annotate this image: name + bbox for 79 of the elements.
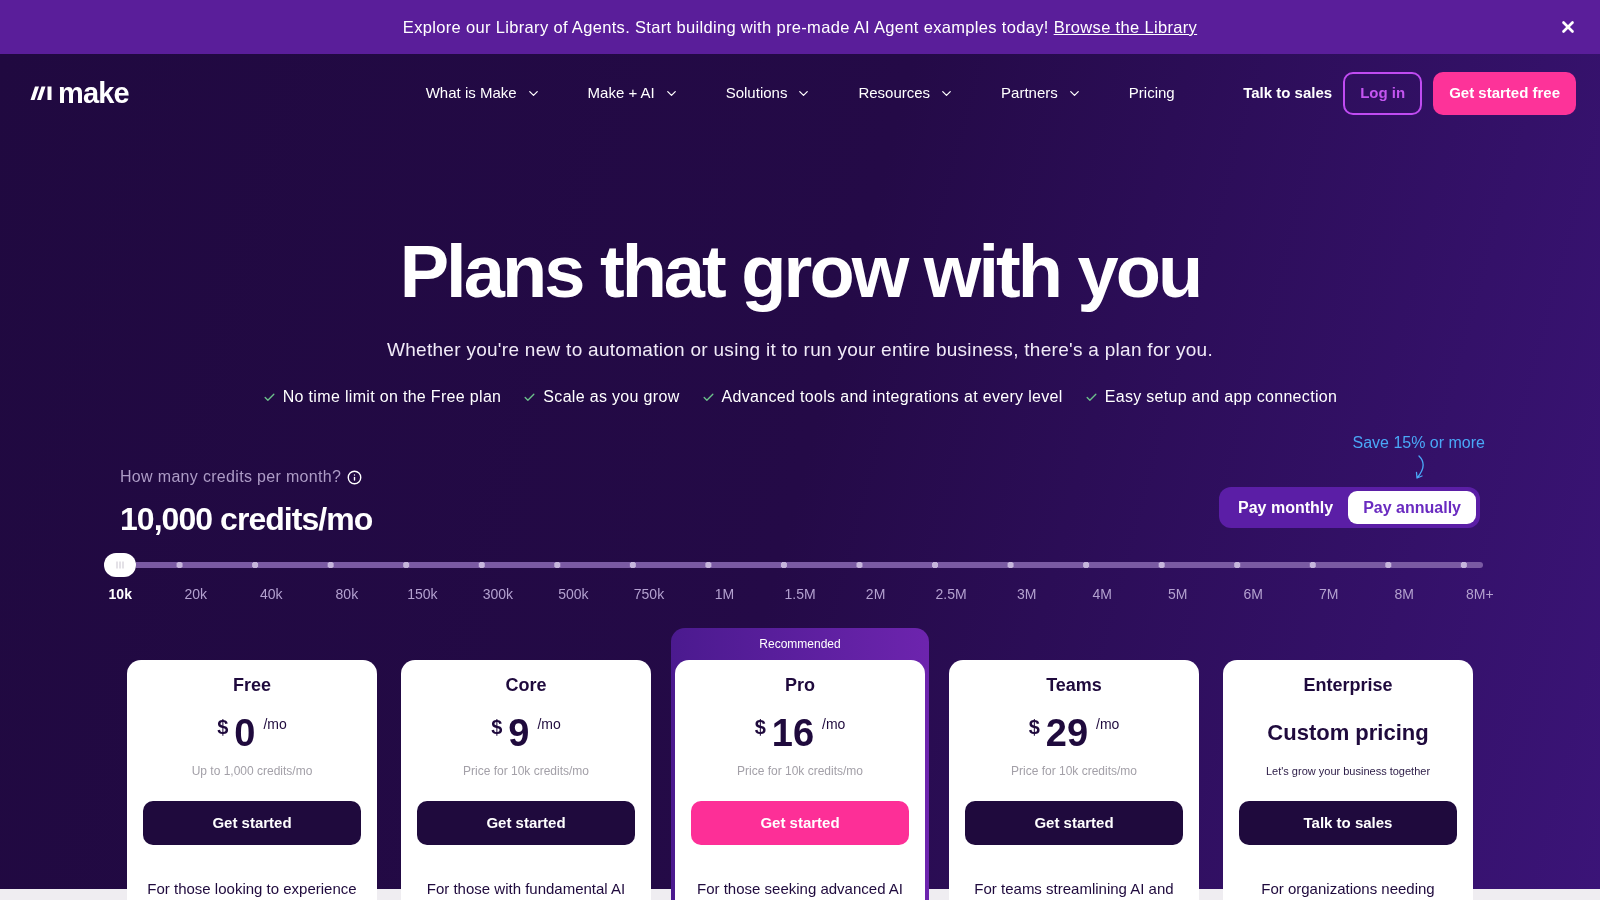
plan-description: For those with fundamental AI [426, 879, 626, 899]
plan-description: For those looking to experience [147, 879, 357, 899]
highlight-text: Advanced tools and integrations at every level [721, 387, 1063, 407]
price-period: /mo [822, 715, 846, 733]
plan-note: Let's grow your business together [1265, 764, 1431, 779]
nav-menu-item[interactable]: What is Make [425, 83, 541, 103]
slider-tick-label[interactable]: 1.5M [784, 584, 816, 604]
slider-tick-label[interactable]: 20k [184, 584, 208, 604]
slider-tick-label[interactable]: 150k [407, 584, 438, 604]
slider-tick-label[interactable]: 6M [1243, 584, 1263, 604]
info-icon[interactable] [347, 469, 363, 485]
currency-symbol: $ [217, 717, 229, 737]
plan-description: For teams streamlining AI and [974, 879, 1174, 899]
slider-track[interactable] [136, 562, 1483, 568]
plan-price: 0 [234, 713, 256, 753]
slider-tick-label[interactable]: 300k [482, 584, 514, 604]
slider-tick-label[interactable]: 8M+ [1466, 584, 1494, 604]
hero-subtitle: Whether you're new to automation or using it to run your entire business, there's a plan for you. [386, 338, 1214, 362]
plan-name: Pro [785, 674, 815, 696]
banner-text: Explore our Library of Agents. Start building with pre-made AI Agent examples today! Browse the Library [402, 17, 1198, 37]
currency-symbol: $ [754, 717, 766, 737]
nav-menu-item[interactable]: Resources [858, 83, 955, 103]
slider-tick-label[interactable]: 10k [108, 584, 132, 604]
close-icon [1559, 18, 1577, 36]
highlight-text: Scale as you grow [543, 387, 680, 407]
get-started-button[interactable]: Get started [417, 801, 635, 845]
slider-tick-label[interactable]: 3M [1016, 584, 1037, 604]
slider-tick-label[interactable]: 750k [633, 584, 665, 604]
slider-tick-label[interactable]: 7M [1319, 584, 1339, 604]
plan-price: 16 [771, 713, 815, 753]
nav-menu-item[interactable]: Make + AI [587, 83, 679, 103]
grip-icon [116, 561, 124, 569]
recommended-label: Recommended [759, 636, 841, 652]
billing-option[interactable]: Pay annually [1348, 491, 1476, 524]
credits-question: How many credits per month? [120, 467, 342, 487]
plan-name: Teams [1046, 674, 1102, 696]
talk-to-sales-link[interactable]: Talk to sales [1243, 83, 1333, 103]
log-in-button[interactable]: Log in [1343, 71, 1423, 115]
currency-symbol: $ [1028, 717, 1040, 737]
billing-option[interactable]: Pay monthly [1223, 491, 1349, 524]
get-started-button[interactable]: Talk to sales [1239, 801, 1457, 845]
slider-tick-label[interactable]: 5M [1167, 584, 1188, 604]
currency-symbol: $ [491, 717, 503, 737]
get-started-button[interactable]: Get started [143, 801, 361, 845]
slider-tick-label[interactable]: 8M [1394, 584, 1414, 604]
plan-note: Up to 1,000 credits/mo [191, 763, 313, 779]
slider-thumb[interactable] [104, 553, 136, 577]
price-period: /mo [263, 715, 287, 733]
browse-library-link[interactable]: Browse the Library [1053, 18, 1198, 36]
slider-tick-label[interactable]: 2M [865, 584, 886, 604]
highlight-text: Easy setup and app connection [1104, 387, 1338, 407]
plan-name: Core [505, 674, 547, 696]
plan-description: For those seeking advanced AI [697, 879, 903, 899]
plan-note: Price for 10k credits/mo [1010, 763, 1137, 779]
plan-note: Price for 10k credits/mo [462, 763, 589, 779]
nav-menu-item[interactable]: Pricing [1128, 83, 1175, 103]
plan-name: Free [233, 674, 271, 696]
logo-mark-icon [30, 85, 52, 101]
logo-wordmark[interactable]: make [58, 77, 129, 109]
plan-note: Price for 10k credits/mo [736, 763, 863, 779]
slider-tick-label[interactable]: 4M [1092, 584, 1112, 604]
credits-value: 10,000 credits/mo [120, 500, 373, 539]
get-started-button[interactable]: Get started [965, 801, 1183, 845]
price-period: /mo [537, 715, 561, 733]
price-period: /mo [1096, 715, 1120, 733]
plan-price: 9 [508, 713, 530, 753]
slider-tick-label[interactable]: 500k [558, 584, 589, 604]
custom-pricing: Custom pricing [1267, 719, 1429, 747]
slider-tick-label[interactable]: 80k [335, 584, 359, 604]
plan-description: For organizations needing [1261, 879, 1435, 899]
slider-tick-label[interactable]: 2.5M [935, 584, 967, 604]
nav-menu-item[interactable]: Solutions [725, 83, 812, 103]
plan-name: Enterprise [1303, 674, 1393, 696]
slider-tick-label[interactable]: 40k [260, 584, 283, 604]
nav-menu-item[interactable]: Partners [1001, 83, 1082, 103]
savings-note: Save 15% or more [1352, 433, 1485, 453]
plan-price: 29 [1045, 713, 1089, 753]
slider-tick-label[interactable]: 1M [714, 584, 735, 604]
highlight-text: No time limit on the Free plan [282, 387, 502, 407]
